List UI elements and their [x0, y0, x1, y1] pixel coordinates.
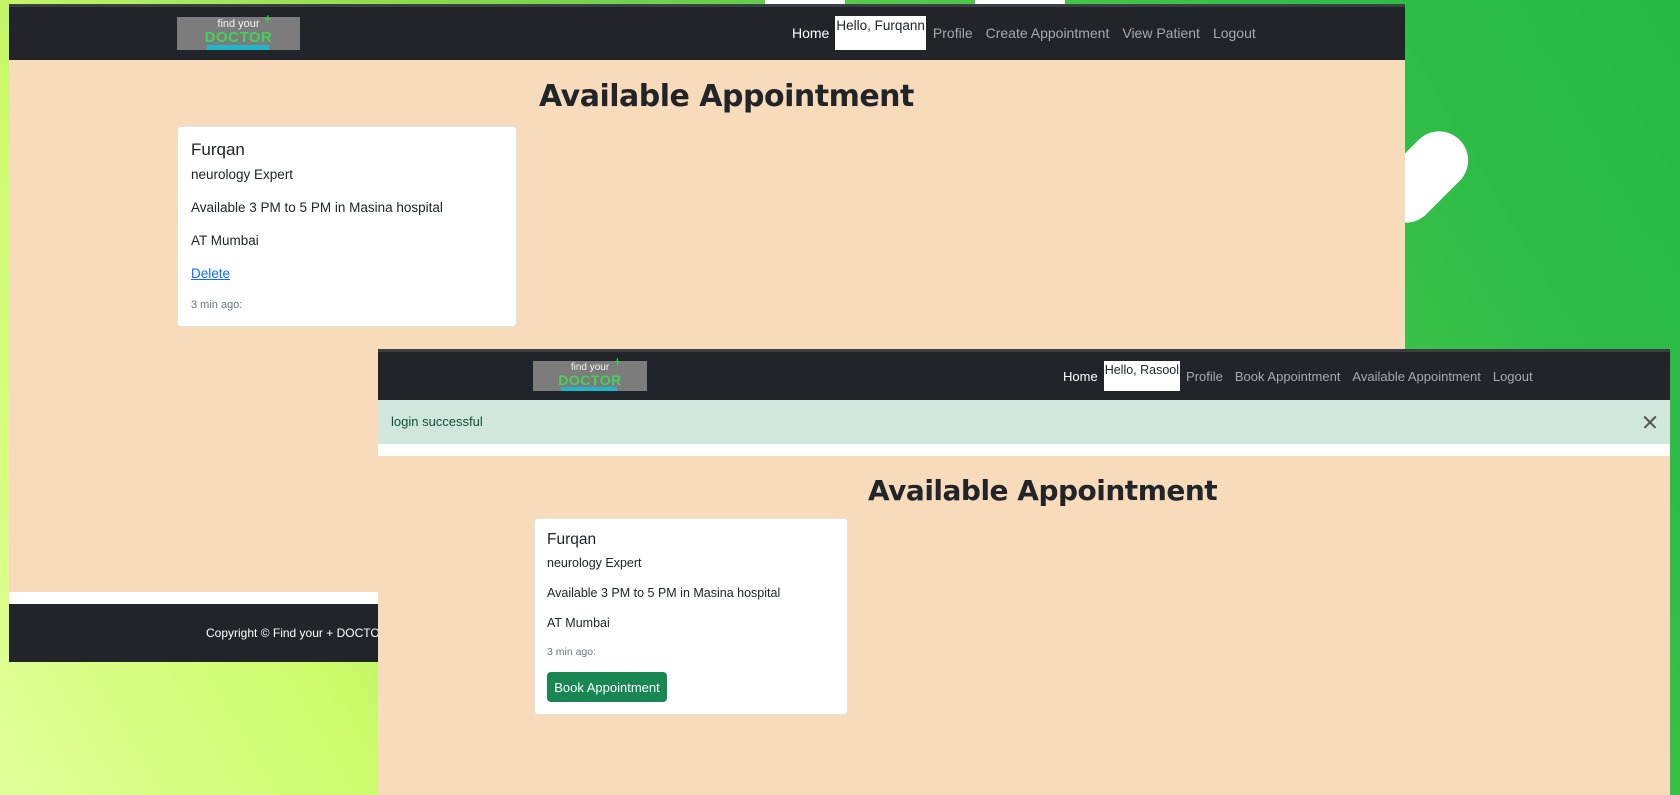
patient-window: find your + DOCTOR Home Hello, Rasool Pro… [378, 349, 1670, 795]
nav-home[interactable]: Home [1063, 369, 1098, 384]
patient-navbar: find your + DOCTOR Home Hello, Rasool Pro… [378, 349, 1670, 400]
nav-create-appointment[interactable]: Create Appointment [986, 25, 1110, 41]
footer-copyright: Copyright © Find your + DOCTOR 2 [206, 626, 399, 640]
availability-text: Available 3 PM to 5 PM in Masina hospita… [191, 200, 443, 215]
delete-link[interactable]: Delete [191, 266, 230, 281]
logo-plus-icon: + [613, 353, 622, 369]
logo-plus-icon: + [264, 10, 272, 26]
nav-book-appointment[interactable]: Book Appointment [1235, 369, 1341, 384]
logo-line2: DOCTOR [204, 28, 273, 46]
appointment-card: Furqan neurology Expert Available 3 PM t… [177, 126, 517, 327]
patient-nav-links: Home Hello, Rasool Profile Book Appointm… [1063, 361, 1533, 391]
close-icon[interactable] [1640, 412, 1660, 432]
site-logo[interactable]: find your + DOCTOR [533, 353, 647, 391]
doctor-navbar: find your + DOCTOR Home Hello, Furqann Pr… [9, 4, 1405, 60]
doctor-name: Furqan [547, 531, 597, 548]
logo-line1: find your + [570, 353, 622, 373]
page-title: Available Appointment [539, 79, 914, 114]
logo-underline [207, 45, 269, 50]
doctor-specialty: neurology Expert [191, 167, 294, 182]
book-appointment-button[interactable]: Book Appointment [547, 672, 667, 702]
time-ago: 3 min ago: [191, 299, 243, 311]
availability-text: Available 3 PM to 5 PM in Masina hospita… [547, 586, 781, 600]
alert-spacer [378, 444, 1670, 456]
logo-line2: DOCTOR [558, 371, 622, 388]
location-text: AT Mumbai [547, 616, 610, 630]
nav-profile[interactable]: Profile [1186, 369, 1223, 384]
appointment-card: Furqan neurology Expert Available 3 PM t… [534, 518, 848, 715]
nav-logout[interactable]: Logout [1493, 369, 1533, 384]
navbar-top-border [378, 349, 1670, 352]
nav-available-appointment[interactable]: Available Appointment [1352, 369, 1480, 384]
site-logo[interactable]: find your + DOCTOR [177, 10, 300, 50]
doctor-nav-links: Home Hello, Furqann Profile Create Appoi… [792, 16, 1256, 50]
alert-message: login successful [391, 414, 483, 429]
user-greeting: Hello, Rasool [1103, 361, 1181, 391]
location-text: AT Mumbai [191, 233, 259, 248]
doctor-specialty: neurology Expert [547, 556, 642, 570]
doctor-name: Furqan [191, 140, 245, 159]
nav-logout[interactable]: Logout [1213, 25, 1256, 41]
page-title: Available Appointment [868, 474, 1218, 507]
login-alert: login successful [378, 400, 1670, 444]
user-greeting: Hello, Furqann [835, 16, 926, 50]
navbar-top-border [9, 4, 1405, 7]
nav-profile[interactable]: Profile [933, 25, 973, 41]
logo-line1: find your + [217, 10, 272, 30]
logo-underline [561, 387, 617, 391]
nav-home[interactable]: Home [792, 25, 829, 41]
nav-view-patient[interactable]: View Patient [1122, 25, 1200, 41]
time-ago: 3 min ago: [547, 646, 597, 658]
